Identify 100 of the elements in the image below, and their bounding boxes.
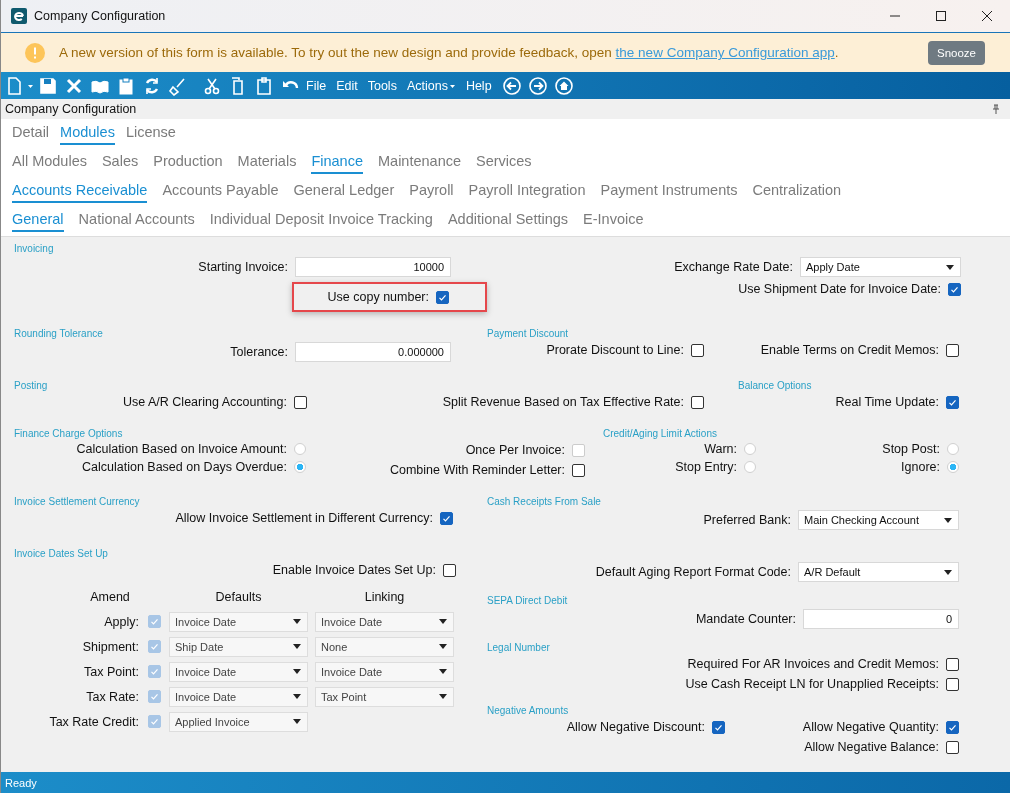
caret-icon [439,644,447,649]
radio-button[interactable] [744,443,756,455]
tab[interactable]: Maintenance [378,148,461,174]
dropdown[interactable]: Invoice Date [315,611,454,632]
field-label: Default Aging Report Format Code: [595,565,791,579]
tab[interactable]: Finance [311,148,363,174]
checkbox[interactable] [946,343,959,357]
tab[interactable]: E-Invoice [583,206,644,232]
field-label: Split Revenue Based on Tax Effective Rate: [442,395,684,409]
dropdown[interactable]: Ship Date [169,636,308,657]
caret-icon [293,669,301,674]
clipboard-icon[interactable] [116,75,136,96]
field-label: Use Shipment Date for Invoice Date: [738,282,941,296]
text-field[interactable]: 0 [803,609,959,629]
menu-item[interactable]: Actions [406,78,456,93]
checkbox[interactable] [443,563,456,577]
field-label: Enable Terms on Credit Memos: [760,343,939,357]
status-text: Ready [5,776,37,789]
dropdown[interactable]: A/R Default [798,562,959,582]
text-field[interactable]: 0.000000 [295,342,451,362]
section-heading: Credit/Aging Limit Actions [602,427,717,440]
checkbox[interactable] [946,677,959,691]
dropdown[interactable]: Applied Invoice [169,711,308,732]
tab[interactable]: Detail [12,119,50,145]
checkbox[interactable] [436,290,449,304]
tab[interactable]: General [12,206,64,232]
field-label: Once Per Invoice: [465,443,565,457]
checkbox[interactable] [946,395,959,409]
checkbox[interactable] [572,463,585,477]
tab[interactable]: Payroll Integration [468,177,586,203]
dropdown[interactable]: Tax Point [315,686,454,707]
warning-icon [25,42,45,63]
dropdown[interactable]: Invoice Date [315,661,454,682]
field-label: Tolerance: [230,345,288,359]
paste-icon[interactable] [254,75,274,96]
tab[interactable]: All Modules [12,148,87,174]
dropdown[interactable]: Invoice Date [169,661,308,682]
field-label: Shipment: [82,639,139,654]
tab[interactable]: Centralization [752,177,842,203]
field-label: Ignore: [901,460,940,474]
section-heading: Balance Options [737,379,812,392]
tab[interactable]: Payroll [409,177,454,203]
dropdown[interactable]: None [315,636,454,657]
app-logo-icon [11,8,27,24]
dropdown[interactable]: Main Checking Account [798,510,959,530]
tab[interactable]: Sales [101,148,139,174]
field-label: Calculation Based on Days Overdue: [82,460,287,474]
caret-icon [439,669,447,674]
section-heading: Invoice Dates Set Up [13,547,108,560]
radio-button[interactable] [947,461,959,473]
radio-button[interactable] [294,461,306,473]
home-icon[interactable] [553,75,574,96]
section-heading: Legal Number [486,641,550,654]
window-title: Company Configuration [34,9,166,23]
tab[interactable]: Payment Instruments [600,177,738,203]
checkbox[interactable] [294,395,307,409]
tab[interactable]: License [125,119,176,145]
new-app-link[interactable]: the new Company Configuration app [615,45,835,60]
checkbox[interactable] [946,657,959,671]
section-heading: Invoice Settlement Currency [13,495,140,508]
caret-icon [293,619,301,624]
menu-item[interactable]: Help [465,78,492,93]
field-label: Real Time Update: [835,395,939,409]
menu-item[interactable]: File [306,78,327,93]
checkbox[interactable] [691,343,704,357]
tab[interactable]: Modules [60,119,115,145]
field-label: Stop Post: [882,442,940,456]
pin-icon[interactable] [992,104,1000,114]
radio-button[interactable] [294,443,306,455]
dropdown[interactable]: Invoice Date [169,611,308,632]
section-heading: Negative Amounts [486,704,569,717]
tab[interactable]: Additional Settings [447,206,569,232]
snooze-button[interactable]: Snooze [928,40,985,65]
dropdown[interactable]: Apply Date [800,257,961,277]
tab[interactable]: Services [476,148,532,174]
dropdown[interactable]: Invoice Date [169,686,308,707]
field-label: Tax Point: [84,664,139,679]
tab[interactable]: Accounts Receivable [12,177,148,203]
menu-item[interactable]: Tools [367,78,397,93]
checkbox[interactable] [948,282,961,296]
field-label: Stop Entry: [675,460,737,474]
field-label: Combine With Reminder Letter: [389,463,565,477]
radio-button[interactable] [947,443,959,455]
checkbox[interactable] [946,740,959,754]
caret-icon [944,569,952,575]
tab[interactable]: Accounts Payable [162,177,279,203]
menu-item[interactable]: Edit [336,78,358,93]
section-heading: Invoicing [13,242,54,255]
tab[interactable]: Individual Deposit Invoice Tracking [209,206,433,232]
tab[interactable]: National Accounts [78,206,195,232]
checkbox[interactable] [440,511,453,525]
tab[interactable]: Materials [237,148,297,174]
radio-button[interactable] [744,461,756,473]
checkbox[interactable] [691,395,704,409]
save-icon[interactable] [38,75,58,96]
checkbox[interactable] [946,720,959,734]
checkbox[interactable] [712,720,725,734]
tab[interactable]: General Ledger [293,177,395,203]
tab[interactable]: Production [153,148,223,174]
text-field[interactable]: 10000 [295,257,451,277]
